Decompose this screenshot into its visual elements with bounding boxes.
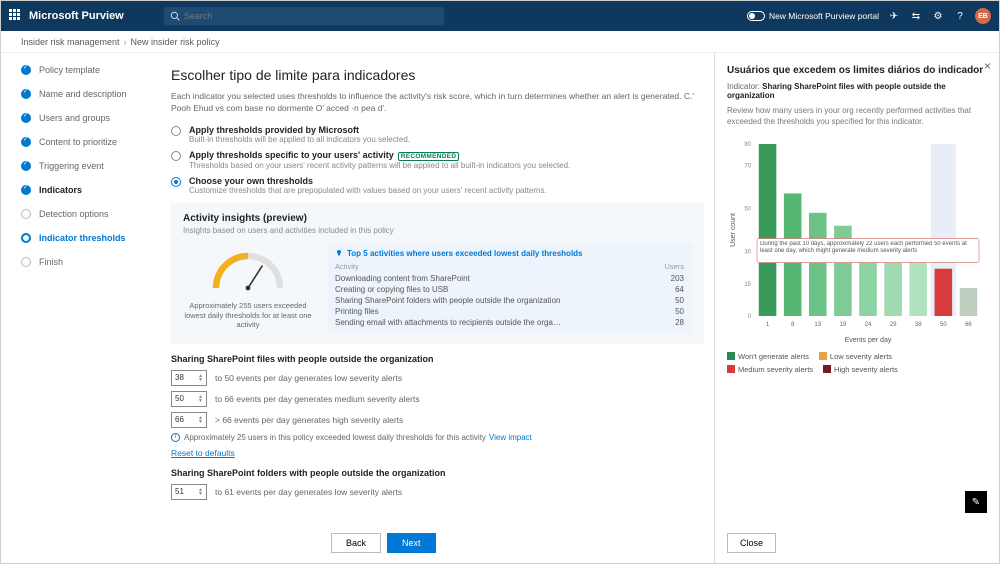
wizard-step[interactable]: Content to prioritize — [21, 137, 141, 147]
threshold-stepper[interactable]: 66▲▼ — [171, 412, 207, 428]
gauge-icon — [208, 247, 288, 297]
svg-text:1: 1 — [766, 322, 770, 328]
wizard-step[interactable]: Indicators — [21, 185, 141, 195]
search-input[interactable] — [184, 11, 438, 21]
page-description: Each indicator you selected uses thresho… — [171, 91, 704, 115]
wizard-step[interactable]: Finish — [21, 257, 141, 267]
wizard-steps: Policy template Name and description Users… — [1, 53, 151, 563]
breadcrumb: Insider risk management › New insider ri… — [1, 31, 999, 53]
threshold-stepper[interactable]: 50▲▼ — [171, 391, 207, 407]
gear-icon[interactable]: ⚙ — [931, 9, 945, 23]
radio-icon[interactable] — [171, 177, 181, 187]
share-icon[interactable]: ⇆ — [909, 9, 923, 23]
threshold-section-1: Sharing SharePoint files with people out… — [171, 354, 704, 458]
svg-text:15: 15 — [744, 281, 751, 287]
wizard-step[interactable]: Indicator thresholds — [21, 233, 141, 243]
global-search[interactable] — [164, 7, 444, 25]
wizard-step[interactable]: Triggering event — [21, 161, 141, 171]
avatar[interactable]: EB — [975, 8, 991, 24]
svg-text:30: 30 — [744, 249, 751, 255]
panel-review: Review how many users in your org recent… — [727, 106, 987, 128]
svg-text:0: 0 — [748, 314, 752, 320]
ts2-title: Sharing SharePoint folders with people o… — [171, 468, 704, 478]
wizard-step[interactable]: Users and groups — [21, 113, 141, 123]
insights-sub: Insights based on users and activities i… — [183, 226, 692, 235]
panel-close-button[interactable]: Close — [727, 533, 776, 553]
gauge: Approximately 255 users exceeded lowest … — [183, 243, 313, 334]
app-title: Microsoft Purview — [29, 10, 124, 22]
reset-defaults-link[interactable]: Reset to defaults — [171, 448, 235, 458]
panel-title: Usuários que excedem os limites diários … — [727, 65, 987, 76]
info-icon: i — [171, 433, 180, 442]
chart: 0 15 30 50 70 80 1 8 13 19 24 29 38 50 66 Events per da… — [727, 136, 987, 346]
breadcrumb-current: New insider risk policy — [131, 37, 220, 47]
search-icon — [170, 11, 180, 21]
wizard-footer: Back Next — [331, 533, 436, 553]
ts1-title: Sharing SharePoint files with people out… — [171, 354, 704, 364]
threshold-radio-option[interactable]: Choose your own thresholdsCustomize thre… — [171, 176, 704, 195]
close-icon[interactable]: × — [984, 59, 991, 73]
ts1-info: i Approximately 25 users in this policy … — [171, 433, 704, 442]
feedback-icon[interactable]: ✎ — [965, 491, 987, 513]
send-icon[interactable]: ✈ — [887, 9, 901, 23]
svg-text:50: 50 — [744, 206, 751, 212]
threshold-row: 66▲▼> 66 events per day generates high s… — [171, 412, 704, 428]
svg-text:66: 66 — [965, 322, 972, 328]
radio-icon[interactable] — [171, 126, 181, 136]
threshold-stepper[interactable]: 38▲▼ — [171, 370, 207, 386]
svg-text:Events per day: Events per day — [845, 337, 892, 344]
app-header: Microsoft Purview New Microsoft Purview … — [1, 1, 999, 31]
portal-toggle-label: New Microsoft Purview portal — [769, 11, 879, 21]
view-impact-link[interactable]: View impact — [489, 433, 532, 442]
activity-row: Sending email with attachments to recipi… — [335, 317, 684, 328]
back-button[interactable]: Back — [331, 533, 381, 553]
activity-insights-card: Activity insights (preview) Insights bas… — [171, 203, 704, 344]
svg-text:User count: User count — [730, 213, 737, 247]
wizard-step[interactable]: Detection options — [21, 209, 141, 219]
svg-text:29: 29 — [890, 322, 897, 328]
svg-text:80: 80 — [744, 142, 751, 148]
threshold-row: 50▲▼to 66 events per day generates mediu… — [171, 391, 704, 407]
activity-row: Downloading content from SharePoint203 — [335, 273, 684, 284]
portal-toggle[interactable] — [747, 11, 765, 21]
next-button[interactable]: Next — [387, 533, 436, 553]
threshold-section-2: Sharing SharePoint folders with people o… — [171, 468, 704, 500]
activities-title: Top 5 activities where users exceeded lo… — [347, 249, 583, 258]
threshold-radio-option[interactable]: Apply thresholds specific to your users'… — [171, 150, 704, 170]
svg-text:50: 50 — [940, 322, 947, 328]
svg-text:8: 8 — [791, 322, 795, 328]
insights-title: Activity insights (preview) — [183, 213, 692, 224]
help-icon[interactable]: ? — [953, 9, 967, 23]
svg-text:19: 19 — [840, 322, 847, 328]
waffle-icon[interactable] — [9, 9, 23, 23]
activity-row: Creating or copying files to USB64 — [335, 284, 684, 295]
svg-text:70: 70 — [744, 163, 751, 169]
lightbulb-icon — [335, 249, 343, 257]
wizard-step[interactable]: Policy template — [21, 65, 141, 75]
header-right: New Microsoft Purview portal ✈ ⇆ ⚙ ? EB — [747, 8, 991, 24]
threshold-row: 51▲▼to 61 events per day generates low s… — [171, 484, 704, 500]
threshold-stepper[interactable]: 51▲▼ — [171, 484, 207, 500]
activity-row: Sharing SharePoint folders with people o… — [335, 295, 684, 306]
page-title: Escolher tipo de limite para indicadores — [171, 67, 704, 83]
radio-icon[interactable] — [171, 151, 181, 161]
gauge-caption: Approximately 255 users exceeded lowest … — [183, 301, 313, 330]
svg-text:13: 13 — [814, 322, 821, 328]
panel-indicator: Indicator: Sharing SharePoint files with… — [727, 82, 987, 100]
wizard-step[interactable]: Name and description — [21, 89, 141, 99]
activity-row: Printing files50 — [335, 306, 684, 317]
main-content: Escolher tipo de limite para indicadores… — [151, 53, 714, 563]
threshold-row: 38▲▼to 50 events per day generates low s… — [171, 370, 704, 386]
threshold-radio-option[interactable]: Apply thresholds provided by MicrosoftBu… — [171, 125, 704, 144]
top-activities-table: Top 5 activities where users exceeded lo… — [327, 243, 692, 334]
flyout-panel: × Usuários que excedem os limites diário… — [714, 53, 999, 563]
svg-text:38: 38 — [915, 322, 922, 328]
chart-legend: Won't generate alerts Low severity alert… — [727, 352, 987, 374]
svg-text:24: 24 — [865, 322, 872, 328]
breadcrumb-root[interactable]: Insider risk management — [21, 37, 120, 47]
